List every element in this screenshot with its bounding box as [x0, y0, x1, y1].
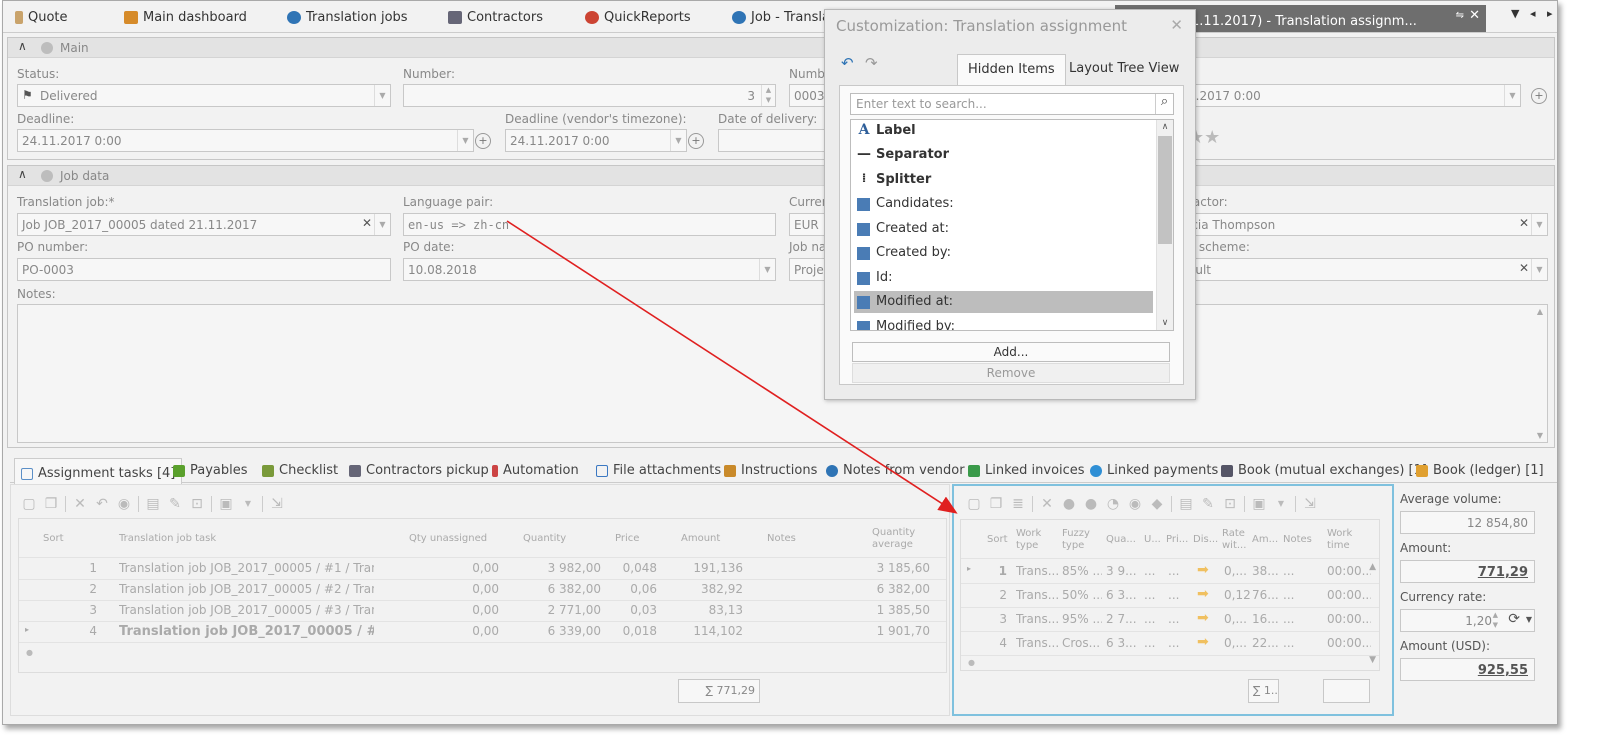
close-icon[interactable]: ✕: [1170, 16, 1183, 34]
list-item-modified-by[interactable]: Modified by:: [851, 316, 1155, 330]
hidden-items-list: A Label — Separator ⁞ Splitter Candidates: …: [850, 119, 1174, 331]
separator-icon: —: [857, 146, 871, 162]
field-icon: [857, 198, 870, 211]
scroll-up-icon[interactable]: ∧: [1157, 122, 1173, 132]
list-item-id[interactable]: Id:: [851, 267, 1155, 289]
undo-icon[interactable]: ↶: [841, 54, 854, 72]
scrollbar-thumb[interactable]: [1158, 136, 1172, 244]
field-icon: [857, 247, 870, 260]
list-item-splitter[interactable]: ⁞ Splitter: [851, 169, 1155, 191]
list-item-separator[interactable]: — Separator: [851, 144, 1155, 166]
list-item-created-by[interactable]: Created by:: [851, 242, 1155, 264]
dialog-title: Customization: Translation assignment: [836, 17, 1127, 35]
scroll-down-icon[interactable]: ∨: [1157, 318, 1173, 328]
list-item-label[interactable]: A Label: [851, 120, 1155, 142]
customization-dialog: Customization: Translation assignment ✕ …: [824, 9, 1196, 400]
field-icon: [857, 321, 870, 330]
field-icon: [857, 296, 870, 309]
list-item-created-at[interactable]: Created at:: [851, 218, 1155, 240]
tab-layout-tree-view[interactable]: Layout Tree View: [1059, 54, 1189, 86]
annotation-arrow: [506, 220, 958, 514]
list-item-modified-at[interactable]: Modified at:: [854, 291, 1153, 313]
tab-hidden-items[interactable]: Hidden Items: [957, 54, 1066, 86]
add-button[interactable]: Add...: [852, 342, 1170, 362]
splitter-icon: ⁞: [861, 171, 867, 185]
list-scrollbar[interactable]: ∧ ∨: [1156, 120, 1173, 330]
label-icon: A: [858, 122, 870, 138]
redo-icon[interactable]: ↷: [865, 54, 878, 72]
hidden-items-panel: Enter text to search... ⌕ A Label — Separat…: [839, 85, 1184, 385]
search-icon[interactable]: ⌕: [1155, 94, 1173, 114]
list-item-candidates[interactable]: Candidates:: [851, 193, 1155, 215]
search-input[interactable]: Enter text to search... ⌕: [850, 93, 1174, 115]
remove-button[interactable]: Remove: [852, 363, 1170, 383]
field-icon: [857, 272, 870, 285]
field-icon: [857, 223, 870, 236]
